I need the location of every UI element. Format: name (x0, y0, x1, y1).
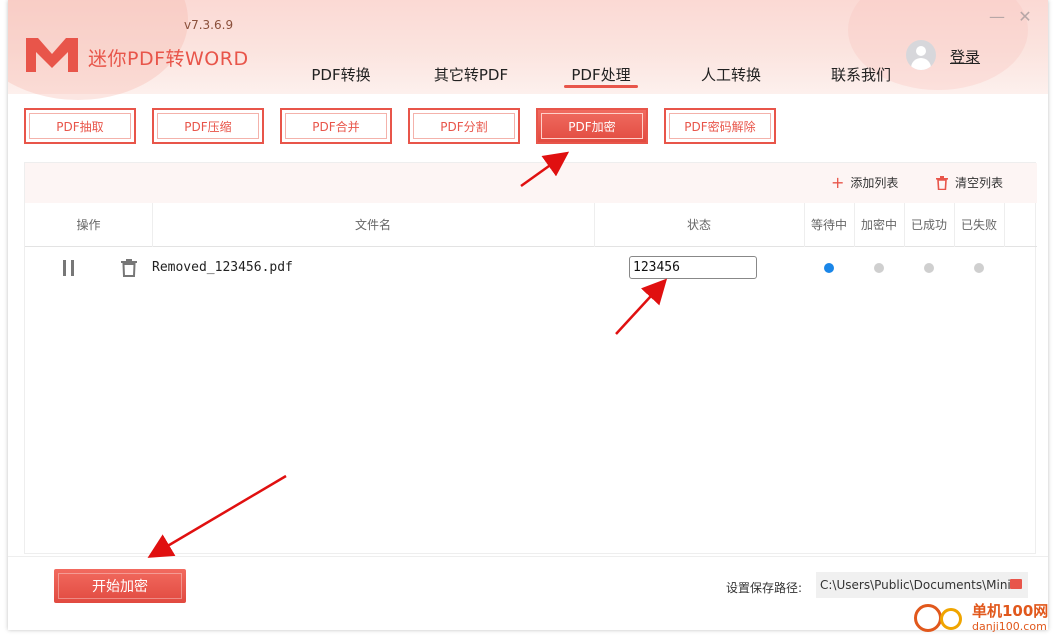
app-logo-icon (26, 38, 78, 72)
tool-label: PDF分割 (440, 119, 488, 134)
tool-label: PDF密码解除 (684, 119, 756, 134)
status-failed-dot (974, 263, 984, 273)
save-path-label: 设置保存路径: (726, 581, 803, 595)
clear-list-button[interactable]: 清空列表 (935, 174, 1003, 191)
login-link[interactable]: 登录 (950, 46, 980, 67)
watermark-title: 单机100网 (972, 602, 1049, 620)
trash-icon (936, 175, 948, 190)
header-status: 状态 (686, 218, 711, 232)
watermark-url: danji100.com (972, 620, 1047, 633)
tool-label: PDF加密 (568, 119, 616, 134)
user-avatar-icon[interactable] (906, 40, 936, 70)
tool-pdf-decrypt[interactable]: PDF密码解除 (664, 108, 776, 144)
tool-pdf-merge[interactable]: PDF合并 (280, 108, 392, 144)
tool-pdf-compress[interactable]: PDF压缩 (152, 108, 264, 144)
watermark-logo-icon (940, 608, 962, 630)
minimize-icon[interactable]: — (988, 8, 1006, 26)
app-version: v7.3.6.9 (184, 18, 234, 32)
pdf-tools-row: PDF抽取 PDF压缩 PDF合并 PDF分割 PDF加密 PDF密码解除 (24, 108, 792, 144)
app-window: 迷你PDF转WORD v7.3.6.9 PDF转换 其它转PDF PDF处理 人… (8, 0, 1048, 630)
footer: 开始加密 设置保存路径: C:\Users\Public\Documents\M… (8, 556, 1048, 630)
list-toolbar: + 添加列表 清空列表 (25, 163, 1037, 203)
delete-row-icon[interactable] (121, 259, 137, 277)
header: 迷你PDF转WORD v7.3.6.9 PDF转换 其它转PDF PDF处理 人… (8, 0, 1048, 100)
main-nav: PDF转换 其它转PDF PDF处理 人工转换 联系我们 (276, 60, 926, 90)
close-icon[interactable]: ✕ (1016, 8, 1034, 26)
header-waiting: 等待中 (810, 218, 847, 232)
nav-pdf-process[interactable]: PDF处理 (536, 60, 666, 90)
table-row: Removed_123456.pdf (25, 248, 1037, 288)
app-title: 迷你PDF转WORD (88, 48, 249, 70)
tool-label: PDF抽取 (56, 119, 104, 134)
save-path-value: C:\Users\Public\Documents\Mini (820, 578, 1011, 592)
start-encrypt-button[interactable]: 开始加密 (54, 569, 186, 603)
table-header: 操作 文件名 状态 等待中 加密中 已成功 已失败 (25, 203, 1037, 247)
add-list-button[interactable]: + 添加列表 (831, 174, 898, 191)
tool-pdf-extract[interactable]: PDF抽取 (24, 108, 136, 144)
tool-pdf-encrypt[interactable]: PDF加密 (536, 108, 648, 144)
status-encrypting-dot (874, 263, 884, 273)
status-succeeded-dot (924, 263, 934, 273)
row-filename: Removed_123456.pdf (152, 260, 293, 275)
tool-label: PDF压缩 (184, 119, 232, 134)
pause-icon[interactable] (63, 260, 77, 276)
nav-manual-convert[interactable]: 人工转换 (666, 60, 796, 90)
watermark-logo-icon (914, 604, 942, 632)
password-input[interactable] (629, 256, 757, 279)
tool-label: PDF合并 (312, 119, 360, 134)
clear-list-label: 清空列表 (955, 176, 1004, 190)
folder-icon[interactable] (1010, 579, 1022, 589)
nav-contact-us[interactable]: 联系我们 (796, 60, 926, 90)
file-list-panel: + 添加列表 清空列表 操作 文件名 状态 等待中 加密中 已成功 已失败 Re… (24, 162, 1037, 554)
header-actions: 操作 (76, 218, 101, 232)
watermark: 单机100网 danji100.com (910, 598, 1060, 640)
header-filename: 文件名 (354, 218, 391, 232)
nav-other-to-pdf[interactable]: 其它转PDF (406, 60, 536, 90)
header-succeeded: 已成功 (910, 218, 947, 232)
save-path-field[interactable]: C:\Users\Public\Documents\Mini (816, 572, 1028, 598)
header-failed: 已失败 (960, 218, 997, 232)
plus-icon: + (831, 172, 845, 192)
header-encrypting: 加密中 (860, 218, 897, 232)
status-waiting-dot (824, 263, 834, 273)
nav-pdf-convert[interactable]: PDF转换 (276, 60, 406, 90)
tool-pdf-split[interactable]: PDF分割 (408, 108, 520, 144)
add-list-label: 添加列表 (850, 176, 899, 190)
